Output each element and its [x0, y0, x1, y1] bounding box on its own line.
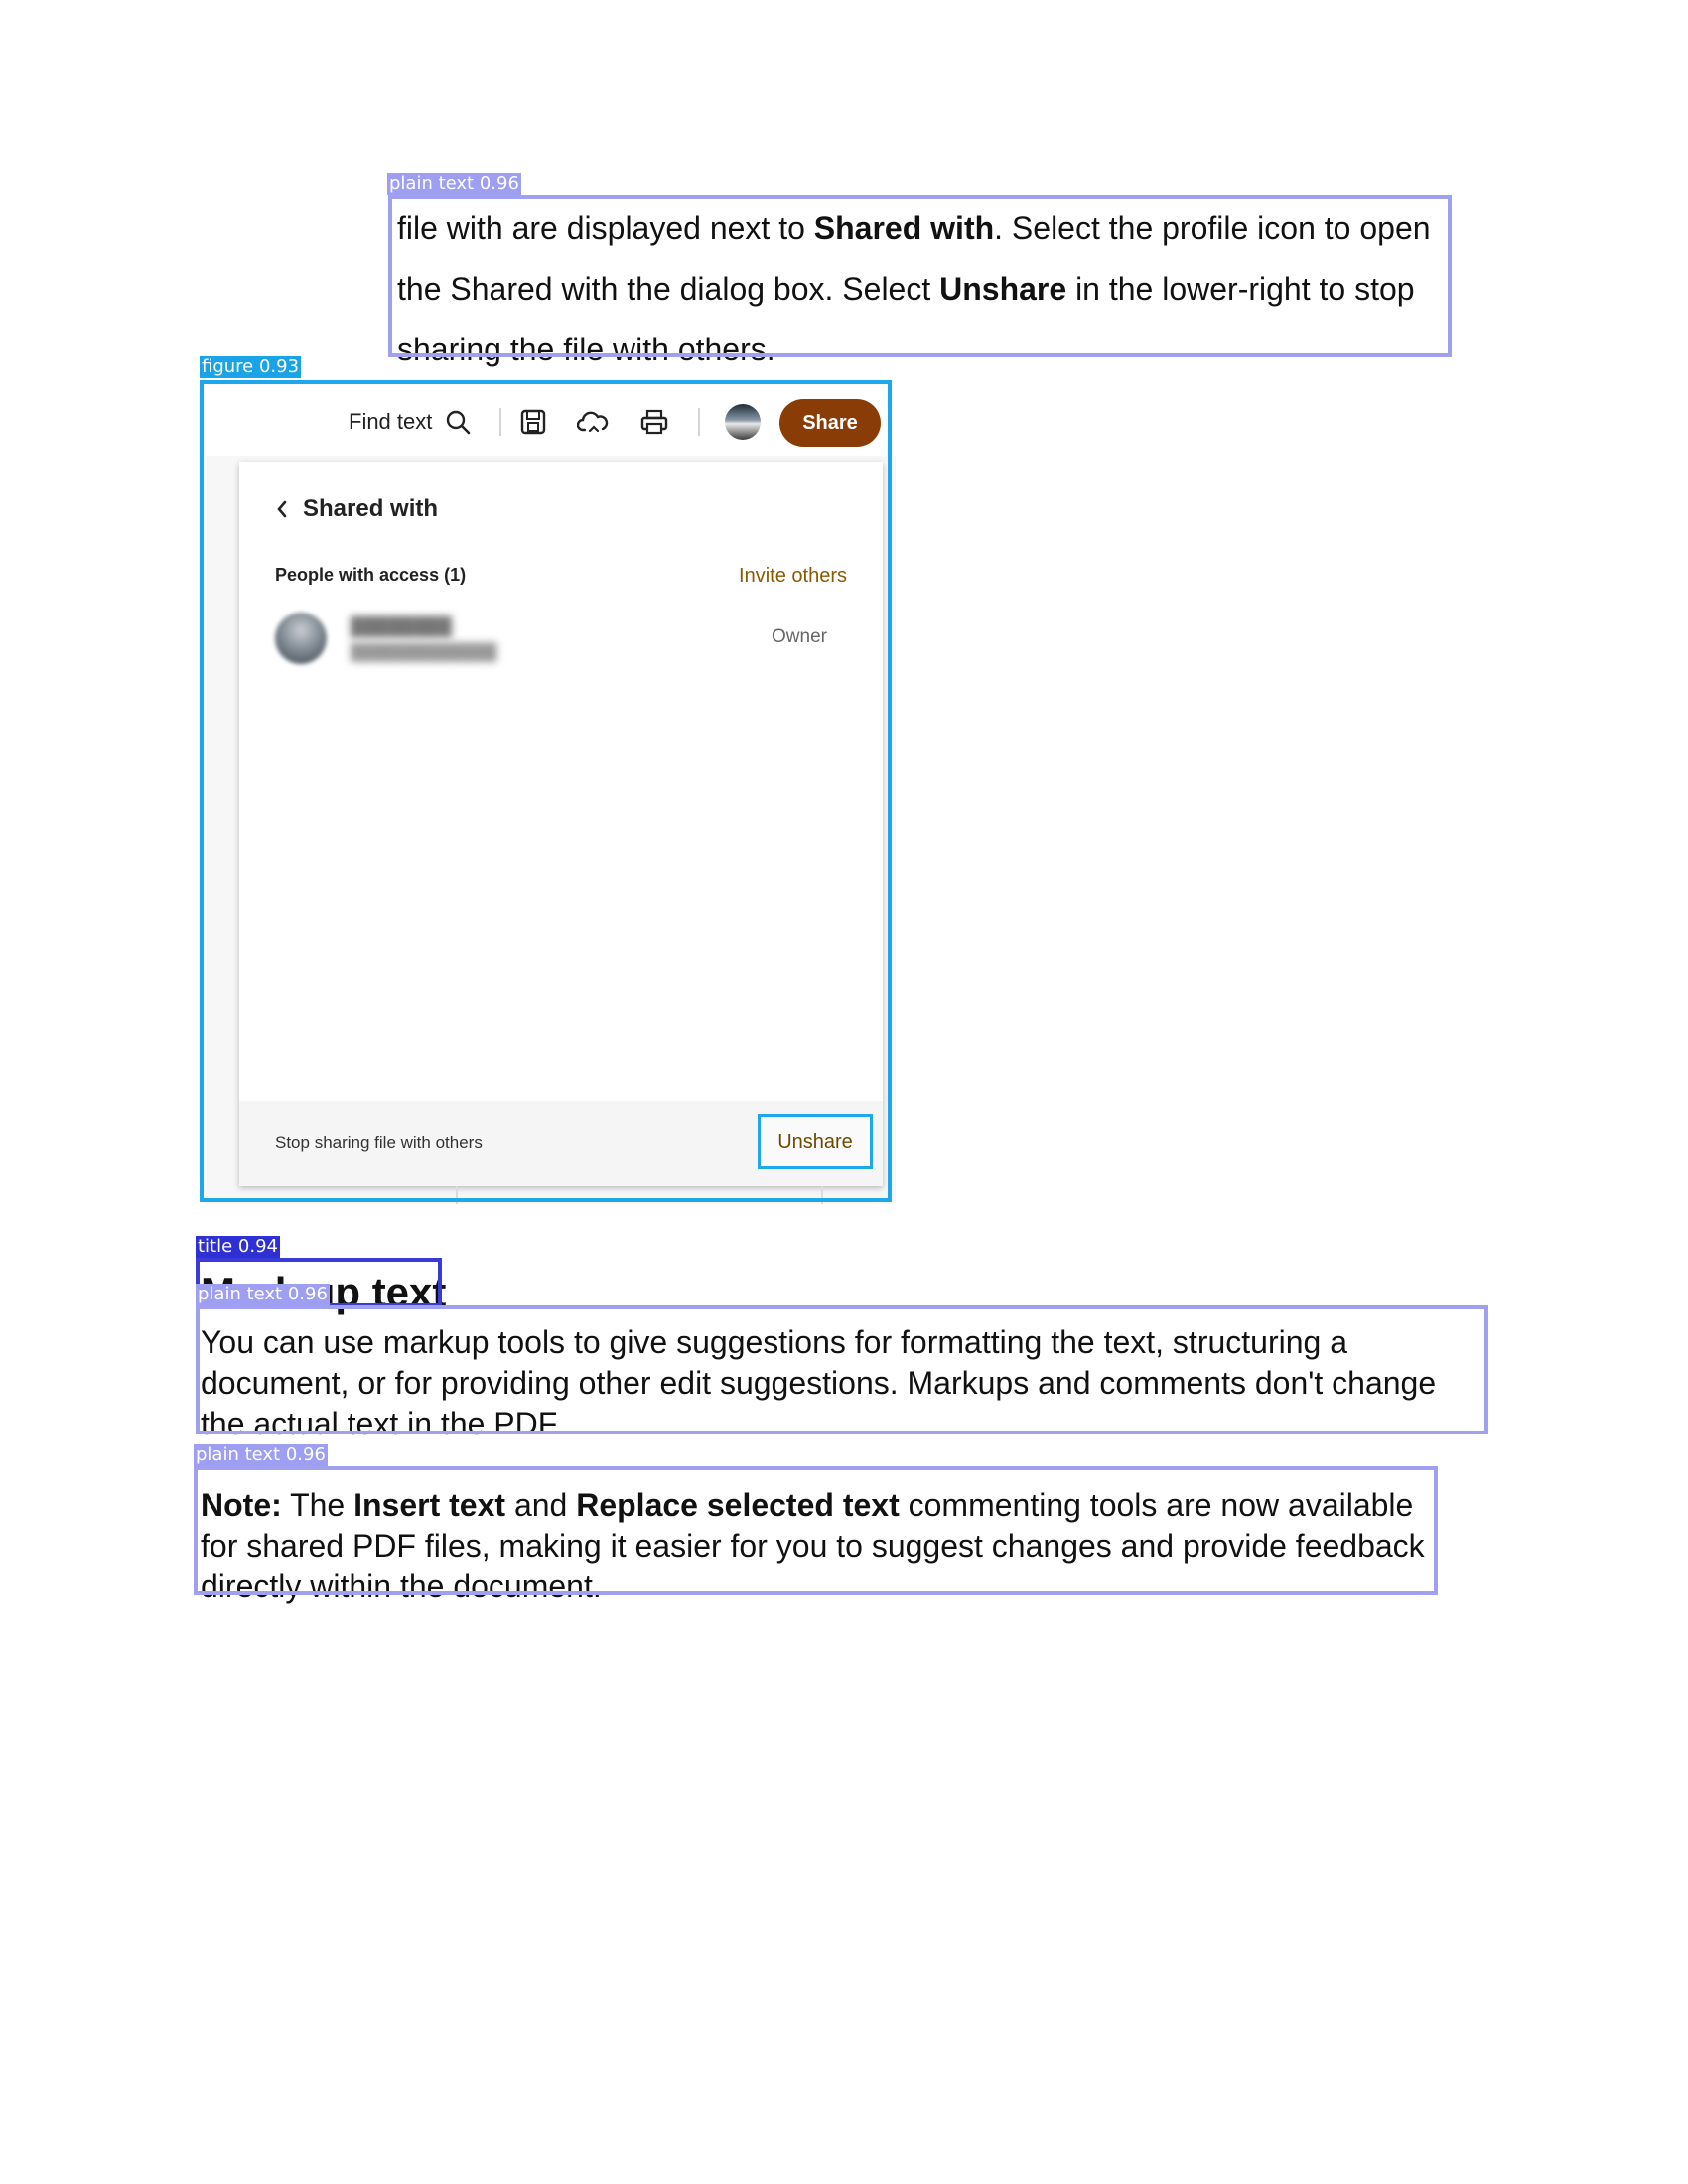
detection-label-paragraph-1: plain text 0.96 — [387, 173, 521, 195]
detection-label-paragraph-3: plain text 0.96 — [194, 1444, 328, 1466]
detection-label-paragraph-2: plain text 0.96 — [196, 1284, 330, 1305]
detection-label-title: title 0.94 — [196, 1236, 280, 1258]
detection-box-figure — [200, 380, 892, 1202]
detection-box-paragraph-2 — [196, 1305, 1488, 1434]
detection-box-paragraph-3 — [194, 1466, 1438, 1595]
detection-box-paragraph-1 — [388, 195, 1452, 357]
detection-label-figure: figure 0.93 — [200, 356, 302, 378]
